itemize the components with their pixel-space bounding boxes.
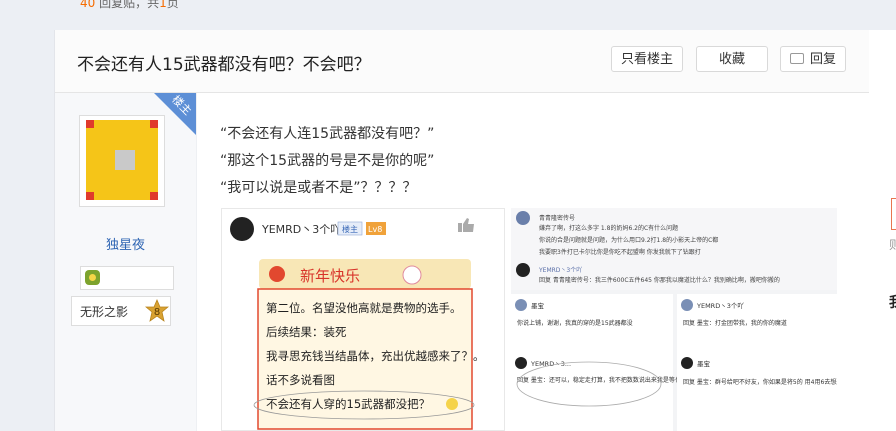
image-right-card4-text: 回复 墨宝：群号给吧不好友，你如果是将5的 用4用6去想通金很通服务派然后运去看… bbox=[683, 378, 837, 386]
post-image-left[interactable]: YEMRD丶3个吖 楼主 Lv8 新年快乐 第二位。名望没他高就是费物的选手。 … bbox=[221, 208, 505, 431]
thread-panel: 不会还有人15武器都没有吧？不会吧？ 只看楼主 收藏 回复 楼主 独星夜 无形之… bbox=[54, 30, 869, 431]
image-right-avatar bbox=[516, 263, 530, 277]
image-left-line-4: 话不多说看图 bbox=[266, 373, 335, 387]
post-image-left-canvas: YEMRD丶3个吖 楼主 Lv8 新年快乐 第二位。名望没他高就是费物的选手。 … bbox=[230, 217, 485, 430]
image-right-avatar bbox=[681, 357, 693, 369]
image-right-card3-text: 回复 墨宝：还可以，稳定走打算，我不把数数说出来我是等也这种人 bbox=[517, 376, 699, 384]
post-line-1: “不会还有人连15武器都没有吧？” bbox=[220, 126, 435, 142]
thumb-up-icon bbox=[458, 218, 474, 232]
level-box bbox=[80, 266, 174, 290]
image-right-top-user: 青青隆密传号 bbox=[539, 214, 575, 222]
image-left-lantern bbox=[269, 266, 285, 282]
image-right-mid-text: 回复 青青隆密传号：我三件600C五件645 你那我以魔道比什么？我别确比啊，搬… bbox=[539, 276, 780, 284]
image-right-mid-user: YEMRD丶3个吖 bbox=[538, 266, 582, 274]
only-op-button[interactable]: 只看楼主 bbox=[611, 46, 683, 72]
avatar-corner bbox=[150, 192, 158, 200]
image-right-avatar bbox=[515, 299, 527, 311]
reply-count: 40 回复贴，共1页 bbox=[80, 0, 179, 10]
thread-title: 不会还有人15武器都没有吧？不会吧？ bbox=[77, 55, 371, 75]
right-sidebar-text-1: 则 bbox=[889, 238, 896, 252]
post-image-right-canvas: 青青隆密传号 嫌弃了啊，打这么多字 1.8的奶妈6.2的C有什么问题 你说的合是… bbox=[511, 208, 837, 431]
comment-icon bbox=[789, 53, 804, 64]
avatar[interactable] bbox=[79, 115, 165, 207]
right-sidebar-marker bbox=[891, 198, 896, 230]
smile-emoji-icon bbox=[446, 398, 458, 410]
image-left-op-tag: 楼主 bbox=[342, 224, 358, 234]
author-sidebar: 楼主 独星夜 无形之影 8 bbox=[55, 93, 197, 431]
badge-level: 8 bbox=[154, 307, 160, 318]
image-right-card4-user: 墨宝 bbox=[697, 359, 711, 368]
favorite-button[interactable]: 收藏 bbox=[696, 46, 768, 72]
image-right-card3-user: YEMRD丶3... bbox=[530, 360, 571, 368]
post-line-3: “我可以说是或者不是”？？？？ bbox=[220, 180, 417, 196]
image-right-avatar bbox=[681, 299, 693, 311]
image-right-top-text-3: 我要职3件打已卡尔比你是你吃不起盟啊 你发我就下了钻跟打 bbox=[539, 248, 701, 256]
thread-title-bar: 不会还有人15武器都没有吧？不会吧？ 只看楼主 收藏 回复 bbox=[55, 30, 869, 93]
image-right-avatar bbox=[515, 357, 527, 369]
badge-box[interactable]: 无形之影 8 bbox=[71, 296, 171, 326]
image-right-card2-user: YEMRD丶3个吖 bbox=[696, 301, 744, 310]
right-sidebar: 则 我 bbox=[869, 30, 896, 431]
right-sidebar-text-2: 我 bbox=[889, 292, 896, 312]
avatar-corner bbox=[86, 120, 94, 128]
commenter-avatar bbox=[230, 217, 254, 241]
image-right-card1-user: 墨宝 bbox=[531, 301, 545, 310]
image-left-line-1: 第二位。名望没他高就是费物的选手。 bbox=[266, 301, 462, 315]
reply-button[interactable]: 回复 bbox=[780, 46, 846, 72]
image-left-line-3: 我寻思充钱当结晶体，充出优越感来了？。 bbox=[266, 349, 485, 363]
image-left-user: YEMRD丶3个吖 bbox=[261, 223, 341, 236]
reply-button-label: 回复 bbox=[809, 52, 836, 67]
post-image-right[interactable]: 青青隆密传号 嫌弃了啊，打这么多字 1.8的奶妈6.2的C有什么问题 你说的合是… bbox=[511, 208, 837, 431]
top-bar: 40 回复贴，共1页 bbox=[0, 0, 896, 30]
image-right-top-text-2: 你说的合是问题就是问题，为什么用口9.2打1.8的小影天上帝的C都 bbox=[539, 236, 718, 244]
image-right-avatar bbox=[516, 211, 530, 225]
level-icon bbox=[85, 270, 100, 285]
image-left-level: Lv8 bbox=[368, 225, 382, 234]
image-right-card2-text: 回复 墨宝：打金团带我，我的你的魔道 bbox=[683, 319, 787, 327]
image-left-line-2: 后续结果：装死 bbox=[266, 325, 347, 339]
avatar-corner bbox=[86, 192, 94, 200]
badge-star-icon: 8 bbox=[145, 299, 169, 322]
badge-name: 无形之影 bbox=[80, 305, 129, 319]
post-line-2: “那这个15武器的号是不是你的呢” bbox=[220, 153, 435, 169]
image-right-card1-text: 你说上铺，谢谢，我真的穿的是15武器都没 bbox=[517, 319, 633, 327]
image-right-top-text-1: 嫌弃了啊，打这么多字 1.8的奶妈6.2的C有什么问题 bbox=[539, 224, 678, 232]
avatar-image bbox=[86, 120, 158, 200]
image-left-banner: 新年快乐 bbox=[300, 267, 360, 285]
image-left-line-5: 不会还有人穿的15武器都没把？ bbox=[266, 397, 430, 411]
avatar-center-square bbox=[115, 150, 135, 170]
author-name[interactable]: 独星夜 bbox=[55, 234, 196, 253]
image-left-banner-bg bbox=[259, 259, 471, 289]
image-left-rabbit bbox=[402, 265, 422, 285]
